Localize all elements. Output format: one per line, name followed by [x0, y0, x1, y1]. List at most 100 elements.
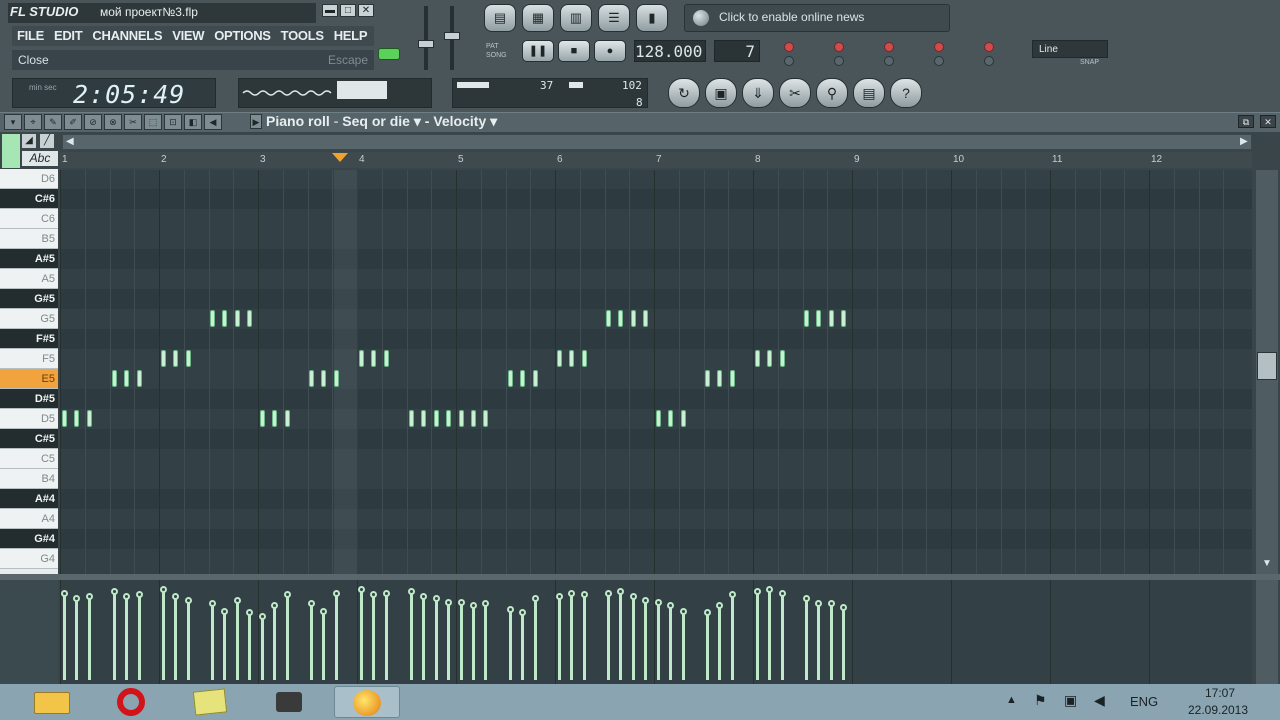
undo-icon[interactable]: ↻ [668, 78, 700, 108]
note[interactable] [409, 410, 414, 427]
velocity-bar[interactable] [780, 594, 784, 680]
velocity-handle[interactable] [629, 593, 637, 600]
piano-key[interactable]: G5 [0, 309, 58, 329]
playback-icon[interactable]: ◧ [184, 114, 202, 130]
dropdown-arrow-icon[interactable]: ▾ [414, 113, 425, 129]
note[interactable] [136, 370, 142, 387]
velocity-bar[interactable] [484, 604, 488, 680]
save-icon[interactable]: ▣ [705, 78, 737, 108]
piano-key[interactable]: E5 [0, 369, 58, 389]
velocity-bar[interactable] [805, 599, 808, 680]
velocity-bar[interactable] [410, 592, 413, 680]
note[interactable] [557, 350, 562, 367]
piano-roll-play-icon[interactable]: ▶ [250, 114, 262, 129]
channel-selector[interactable]: Seq or die [342, 113, 410, 129]
mute-icon[interactable]: ⊗ [104, 114, 122, 130]
velocity-handle[interactable] [827, 600, 835, 607]
velocity-handle[interactable] [246, 609, 254, 616]
tray-expand-icon[interactable]: ▲ [1006, 694, 1017, 706]
velocity-handle[interactable] [233, 597, 241, 604]
velocity-bar[interactable] [75, 599, 79, 680]
velocity-bar[interactable] [558, 597, 561, 680]
velocity-handle[interactable] [655, 599, 662, 606]
velocity-bar[interactable] [322, 612, 326, 680]
velocity-bar[interactable] [644, 601, 648, 680]
piano-key[interactable]: B5 [0, 229, 58, 249]
slice-icon[interactable]: ✂ [124, 114, 142, 130]
note[interactable] [62, 410, 67, 427]
note[interactable] [86, 410, 92, 427]
pause-button[interactable]: ❚❚ [522, 40, 554, 62]
velocity-bar[interactable] [248, 613, 252, 680]
note[interactable] [618, 310, 624, 327]
velocity-handle[interactable] [61, 590, 68, 597]
menu-channels[interactable]: CHANNELS [87, 26, 167, 46]
piano-key[interactable]: D#5 [0, 389, 58, 409]
velocity-bar[interactable] [570, 594, 574, 680]
stop-button[interactable]: ■ [558, 40, 590, 62]
step-sequencer-button[interactable]: ▦ [522, 4, 554, 32]
velocity-handle[interactable] [470, 602, 477, 609]
note[interactable] [508, 370, 513, 387]
clock-date[interactable]: 22.09.2013 [1178, 703, 1258, 717]
stretch-icon[interactable]: ◢ [22, 134, 36, 148]
event-scrollbar[interactable] [1256, 580, 1278, 684]
record-dot-icon[interactable] [984, 42, 994, 52]
velocity-handle[interactable] [111, 588, 118, 595]
volume-icon[interactable]: ◀ [1094, 692, 1105, 709]
note[interactable] [767, 350, 773, 367]
velocity-bar[interactable] [310, 604, 313, 680]
piano-keyboard[interactable]: D6 C#6 C6 B5 A#5 A5 G#5 G5 F#5 F5 E5 D#5 D5 C#5 C5 B4 A#… [0, 169, 58, 574]
note[interactable] [433, 410, 439, 427]
note[interactable] [458, 410, 464, 427]
action-center-icon[interactable]: ⚑ [1034, 692, 1047, 709]
note[interactable] [222, 310, 228, 327]
velocity-bar[interactable] [125, 597, 129, 680]
velocity-handle[interactable] [85, 593, 93, 600]
zoom-icon[interactable]: ⊡ [164, 114, 182, 130]
horizontal-scrollbar[interactable] [62, 134, 1252, 150]
velocity-handle[interactable] [568, 590, 576, 597]
velocity-handle[interactable] [370, 591, 378, 598]
piano-key[interactable]: A#4 [0, 489, 58, 509]
network-icon[interactable]: ▣ [1064, 692, 1077, 709]
piano-key[interactable]: F5 [0, 349, 58, 369]
note[interactable] [74, 410, 80, 427]
velocity-handle[interactable] [580, 591, 588, 598]
scroll-right-icon[interactable]: ▶ [1240, 136, 1250, 148]
velocity-bar[interactable] [434, 599, 438, 680]
record-dot-icon[interactable] [834, 42, 844, 52]
edit-icon[interactable]: ╱ [40, 134, 54, 148]
velocity-bar[interactable] [87, 597, 91, 680]
note[interactable] [717, 370, 723, 387]
piano-key[interactable]: C5 [0, 449, 58, 469]
piano-key[interactable]: B4 [0, 469, 58, 489]
velocity-bar[interactable] [162, 590, 165, 680]
velocity-handle[interactable] [704, 609, 711, 616]
velocity-bar[interactable] [422, 597, 426, 680]
note[interactable] [581, 350, 587, 367]
velocity-bar[interactable] [730, 595, 734, 680]
velocity-handle[interactable] [432, 595, 440, 602]
menu-file[interactable]: FILE [12, 26, 49, 46]
scroll-left-icon[interactable]: ◀ [66, 136, 76, 148]
explorer-taskbar-button[interactable] [20, 686, 86, 718]
velocity-bar[interactable] [285, 595, 289, 680]
note[interactable] [755, 350, 760, 367]
velocity-bar[interactable] [447, 603, 451, 680]
piano-key[interactable]: A5 [0, 269, 58, 289]
piano-key[interactable]: A#5 [0, 249, 58, 269]
key-label-toggle[interactable]: Abc [22, 151, 58, 166]
velocity-bar[interactable] [631, 597, 635, 680]
velocity-bar[interactable] [756, 592, 759, 680]
note[interactable] [532, 370, 538, 387]
velocity-handle[interactable] [840, 604, 848, 611]
menu-tools[interactable]: TOOLS [276, 26, 329, 46]
property-selector[interactable]: Velocity [433, 113, 486, 129]
cut-icon[interactable]: ✂ [779, 78, 811, 108]
note[interactable] [309, 370, 314, 387]
velocity-bar[interactable] [768, 590, 772, 680]
note[interactable] [483, 410, 489, 427]
velocity-handle[interactable] [221, 608, 229, 615]
piano-key[interactable]: G#4 [0, 529, 58, 549]
